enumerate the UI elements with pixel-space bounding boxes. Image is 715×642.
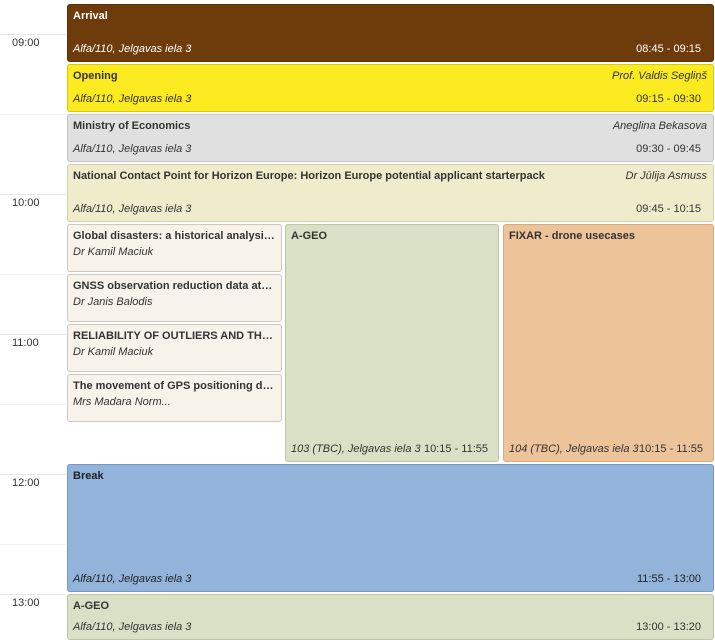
event-speaker: Mrs Madara Norm... — [73, 396, 171, 408]
event-title: FIXAR - drone usecases — [509, 230, 635, 242]
half-hour-line — [0, 114, 66, 115]
time-label: 10:00 — [12, 197, 40, 209]
event-room: Alfa/110, Jelgavas iela 3 — [73, 143, 192, 155]
event-fixar-session[interactable]: FIXAR - drone usecases 104 (TBC), Jelgav… — [503, 224, 714, 462]
hour-line — [0, 594, 66, 595]
half-hour-line — [0, 544, 66, 545]
time-label: 13:00 — [12, 597, 40, 609]
time-label: 11:00 — [12, 337, 39, 349]
hour-line — [0, 334, 66, 335]
event-speaker: Dr Kamil Maciuk — [73, 346, 154, 358]
event-room: Alfa/110, Jelgavas iela 3 — [73, 573, 192, 585]
event-time: 09:45 - 10:15 — [636, 203, 701, 215]
event-time: 08:45 - 09:15 — [636, 43, 701, 55]
event-title: A-GEO — [73, 600, 110, 612]
event-title: National Contact Point for Horizon Europ… — [73, 170, 545, 182]
event-time: 10:15 - 11:55 — [638, 443, 703, 455]
event-talk-reliability-of-outliers[interactable]: RELIABILITY OF OUTLIERS AND THE ... Dr K… — [67, 324, 282, 372]
half-hour-line — [0, 274, 66, 275]
event-speaker: Dr Jūlija Asmuss — [625, 170, 708, 182]
event-ministry-of-economics[interactable]: Ministry of Economics Aneglina Bekasova … — [67, 114, 714, 162]
event-room: Alfa/110, Jelgavas iela 3 — [73, 43, 192, 55]
event-a-geo-session[interactable]: A-GEO 103 (TBC), Jelgavas iela 3 10:15 -… — [285, 224, 499, 462]
event-opening[interactable]: Opening Prof. Valdis Segliņš Alfa/110, J… — [67, 64, 714, 112]
event-national-contact-point[interactable]: National Contact Point for Horizon Europ… — [67, 164, 714, 222]
event-break[interactable]: Break Alfa/110, Jelgavas iela 3 11:55 - … — [67, 464, 714, 592]
event-speaker: Dr Kamil Maciuk — [73, 246, 154, 258]
event-room: Alfa/110, Jelgavas iela 3 — [73, 621, 192, 633]
event-a-geo-afternoon[interactable]: A-GEO Alfa/110, Jelgavas iela 3 13:00 - … — [67, 594, 714, 640]
event-title: The movement of GPS positioning during .… — [73, 380, 275, 392]
event-speaker: Dr Janis Balodis — [73, 296, 153, 308]
event-title: A-GEO — [291, 230, 328, 242]
event-time: 10:15 - 11:55 — [423, 443, 488, 455]
event-room: Alfa/110, Jelgavas iela 3 — [73, 203, 192, 215]
event-arrival[interactable]: Arrival Alfa/110, Jelgavas iela 3 08:45 … — [67, 4, 714, 62]
event-title: RELIABILITY OF OUTLIERS AND THE ... — [73, 330, 275, 342]
hour-line — [0, 194, 66, 195]
event-room: 104 (TBC), Jelgavas iela 3 — [509, 443, 639, 455]
event-time: 13:00 - 13:20 — [636, 621, 701, 633]
event-speaker: Aneglina Bekasova — [612, 120, 707, 132]
event-title: Global disasters: a historical analysis … — [73, 230, 275, 242]
hour-line — [0, 34, 66, 35]
event-time: 09:30 - 09:45 — [636, 143, 701, 155]
event-room: Alfa/110, Jelgavas iela 3 — [73, 93, 192, 105]
time-axis: 09:00 10:00 11:00 12:00 13:00 — [0, 0, 66, 642]
event-room: 103 (TBC), Jelgavas iela 3 — [291, 443, 421, 455]
event-talk-gnss-observation[interactable]: GNSS observation reduction data at the .… — [67, 274, 282, 322]
event-talk-global-disasters[interactable]: Global disasters: a historical analysis … — [67, 224, 282, 272]
event-title: GNSS observation reduction data at the .… — [73, 280, 275, 292]
time-label: 09:00 — [12, 37, 40, 49]
event-time: 11:55 - 13:00 — [636, 573, 701, 585]
event-speaker: Prof. Valdis Segliņš — [612, 70, 707, 82]
event-time: 09:15 - 09:30 — [636, 93, 701, 105]
hour-line — [0, 474, 66, 475]
event-title: Break — [73, 470, 104, 482]
event-talk-gps-positioning[interactable]: The movement of GPS positioning during .… — [67, 374, 282, 422]
half-hour-line — [0, 404, 66, 405]
event-title: Arrival — [73, 10, 108, 22]
time-label: 12:00 — [12, 477, 40, 489]
